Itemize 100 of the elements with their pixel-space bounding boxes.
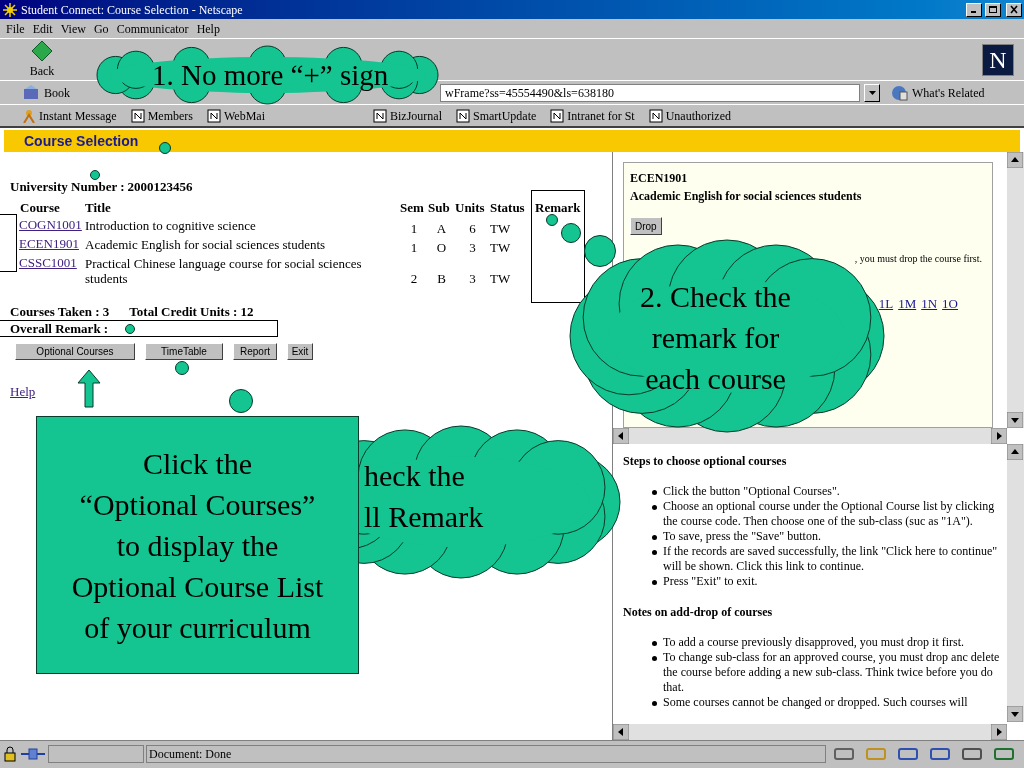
bookmark-link[interactable]: SmartUpdate: [456, 106, 537, 125]
menu-item[interactable]: File: [2, 19, 29, 38]
status-text: Document: Done: [149, 745, 232, 763]
bookmark-link[interactable]: Instant Message: [22, 106, 117, 125]
course-title: Academic English for social sciences students: [630, 188, 863, 205]
scrollbar[interactable]: [1007, 152, 1024, 428]
maximize-button[interactable]: [985, 2, 1001, 17]
caret-icon: [867, 89, 877, 96]
bookmark-link[interactable]: Members: [130, 106, 193, 125]
bookmark-link[interactable]: WebMai: [207, 106, 265, 125]
netscape-logo: N: [982, 43, 1014, 76]
table-cell-text: TW: [490, 270, 512, 286]
globe-icon: [890, 83, 908, 102]
callout-text: heck the ll Remark: [364, 458, 484, 535]
column-header: Remark: [535, 199, 582, 217]
course-code: ECEN1901: [630, 170, 689, 187]
minimize-button[interactable]: [966, 2, 982, 17]
course-link[interactable]: ECEN1901: [19, 236, 79, 251]
table-cell-text: 1: [409, 239, 419, 255]
column-header: Sub: [428, 198, 455, 217]
scrollbar[interactable]: [1007, 444, 1024, 722]
list-item-text: If the records are saved successfully, the link "Click here to continue" will be shown. Click this link to continue.: [663, 544, 999, 574]
address-field[interactable]: wFrame?ss=45554490&ls=638180: [440, 83, 860, 102]
close-icon: [1009, 5, 1019, 14]
back-button[interactable]: Back: [22, 39, 62, 80]
maximize-icon: [988, 5, 998, 14]
scroll-right-icon[interactable]: [991, 428, 1007, 444]
action-button[interactable]: Optional Courses: [15, 343, 135, 360]
scrollbar[interactable]: [613, 428, 1007, 444]
scroll-down-icon[interactable]: [1007, 412, 1023, 428]
menu-item[interactable]: Help: [192, 19, 224, 38]
page-icon: [373, 108, 387, 123]
bookmark-link[interactable]: Unauthorized: [648, 106, 731, 125]
university-number: 2000123456: [127, 179, 193, 194]
scroll-left-icon[interactable]: [613, 724, 629, 740]
page-heading: Course Selection: [24, 131, 139, 151]
drop-button[interactable]: Drop: [630, 217, 662, 235]
courses-taken-text: Courses Taken : 3: [10, 304, 110, 319]
section-heading: Steps to choose optional courses: [623, 454, 788, 469]
note-text: , you must drop the course first.: [854, 252, 982, 266]
person-icon: [22, 108, 36, 123]
whats-related-button[interactable]: What's Related: [912, 83, 985, 102]
subclass-link[interactable]: 1N: [921, 294, 938, 314]
bullet: [652, 580, 657, 585]
table-cell-text: Practical Chinese language course for social sciences students: [85, 255, 363, 286]
list-item-text: To change sub-class for an approved course, you must drop anc delete the course before adding a new sub-class. Think twice before you do that.: [663, 650, 1001, 695]
subclass-link[interactable]: 1L: [878, 294, 894, 314]
subclass-link[interactable]: 1O: [942, 294, 958, 314]
list-item-text: To add a course previously disapproved, you must drop it first.: [663, 635, 965, 650]
scroll-up-icon[interactable]: [1007, 152, 1023, 168]
bookmarks-button[interactable]: Book: [44, 83, 70, 102]
callout-text: 2. Check the remark for each course: [639, 279, 792, 397]
page-icon: [648, 108, 663, 123]
table-cell-text: O: [435, 239, 448, 255]
table-cell-text: TW: [490, 220, 512, 236]
callout-text: Click the “Optional Courses” to display the Optional Course List of your curriculum: [70, 445, 325, 646]
list-item-text: Press "Exit" to exit.: [663, 574, 758, 589]
table-cell: 6: [455, 217, 490, 236]
column-header: Title: [85, 198, 400, 217]
scroll-left-icon[interactable]: [613, 428, 629, 444]
help-link[interactable]: Help: [10, 384, 36, 399]
bookmark-link[interactable]: Intranet for St: [550, 106, 635, 125]
bullet: [652, 550, 657, 555]
bullet: [652, 656, 657, 661]
close-button[interactable]: [1006, 2, 1022, 17]
menu-item[interactable]: Go: [89, 19, 113, 38]
menu-item[interactable]: Edit: [28, 19, 57, 38]
scrollbar[interactable]: [613, 724, 1007, 740]
total-credit-text: Total Credit Units : 12: [129, 304, 254, 319]
up-arrow: [77, 369, 101, 409]
action-button[interactable]: Report: [233, 343, 277, 360]
dropdown-button[interactable]: [864, 83, 880, 102]
menu-item[interactable]: View: [56, 19, 90, 38]
section-heading: Notes on add-drop of courses: [623, 605, 774, 620]
callout-text: 1. No more “+” sign: [152, 60, 389, 90]
table-cell-text: 2: [409, 270, 419, 286]
column-header: Course: [10, 198, 85, 217]
scroll-up-icon[interactable]: [1007, 444, 1023, 460]
page-icon: [550, 108, 565, 123]
connection-icon: [20, 745, 46, 762]
back-arrow-icon: [31, 39, 53, 62]
action-button[interactable]: TimeTable: [145, 343, 223, 360]
table-cell: 3: [455, 236, 490, 255]
column-header: Units: [455, 198, 490, 217]
table-cell-text: Academic English for social sciences students: [85, 236, 327, 254]
table-cell-text: A: [435, 220, 448, 236]
scroll-down-icon[interactable]: [1007, 706, 1023, 722]
page-icon: [130, 108, 145, 123]
action-button[interactable]: Exit: [287, 343, 313, 360]
scroll-right-icon[interactable]: [991, 724, 1007, 740]
course-link[interactable]: COGN1001: [19, 217, 82, 232]
table-cell-text: B: [436, 270, 447, 286]
table-cell: 3: [455, 255, 490, 286]
bookmark-link[interactable]: BizJournal: [373, 106, 442, 125]
list-item-text: Choose an optional course under the Optional Course list by clicking the course code. Then choose one of the sub-class (suc as "1A").: [663, 499, 996, 529]
subclass-link[interactable]: 1M: [898, 294, 917, 314]
course-link[interactable]: CSSC1001: [19, 255, 77, 270]
bookmark-icon: [22, 83, 40, 102]
menu-item[interactable]: Communicator: [112, 19, 193, 38]
overall-remark-label: Overall Remark :: [10, 321, 109, 336]
